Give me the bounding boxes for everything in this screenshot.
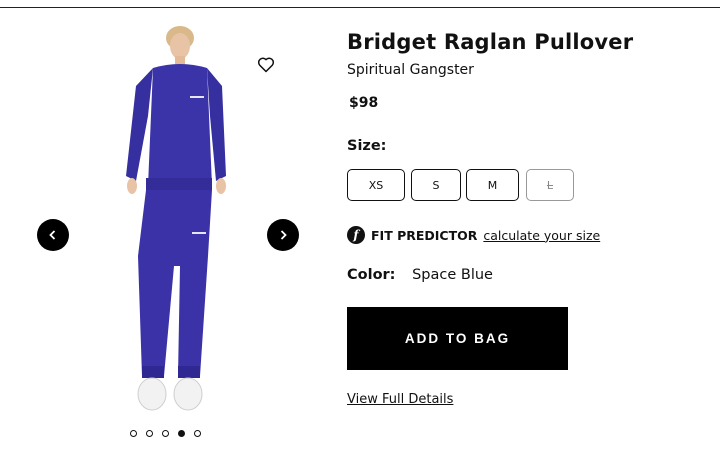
product-title: Bridget Raglan Pullover xyxy=(347,30,634,54)
view-full-details-link[interactable]: View Full Details xyxy=(347,392,453,407)
add-to-bag-button[interactable]: ADD TO BAG xyxy=(347,307,568,370)
previous-image-button[interactable] xyxy=(37,219,69,251)
size-button-s[interactable]: S xyxy=(411,169,461,201)
color-row: Color: Space Blue xyxy=(347,267,493,283)
pagination-dot[interactable] xyxy=(178,430,185,437)
product-price: $98 xyxy=(349,95,379,111)
pagination-dot[interactable] xyxy=(146,430,153,437)
fit-predictor-label: FIT PREDICTOR xyxy=(371,227,478,243)
next-image-button[interactable] xyxy=(267,219,299,251)
wishlist-heart-icon[interactable] xyxy=(256,54,276,74)
size-button-m[interactable]: M xyxy=(466,169,519,201)
fit-predictor-icon: f xyxy=(347,226,365,244)
product-gallery xyxy=(0,8,330,449)
pagination-dot[interactable] xyxy=(162,430,169,437)
pagination-dot[interactable] xyxy=(130,430,137,437)
calculate-size-link[interactable]: calculate your size xyxy=(483,228,600,243)
chevron-right-icon xyxy=(280,230,287,240)
size-button-xs[interactable]: XS xyxy=(347,169,405,201)
pagination-dot[interactable] xyxy=(194,430,201,437)
image-pagination xyxy=(130,430,201,437)
chevron-left-icon xyxy=(49,230,56,240)
size-button-l: L xyxy=(526,169,574,201)
brand-name: Spiritual Gangster xyxy=(347,62,474,78)
fit-predictor: f FIT PREDICTOR calculate your size xyxy=(347,226,600,244)
color-label: Color: xyxy=(347,267,396,283)
product-image xyxy=(126,26,226,411)
color-value: Space Blue xyxy=(412,267,493,283)
size-label: Size: xyxy=(347,138,387,154)
